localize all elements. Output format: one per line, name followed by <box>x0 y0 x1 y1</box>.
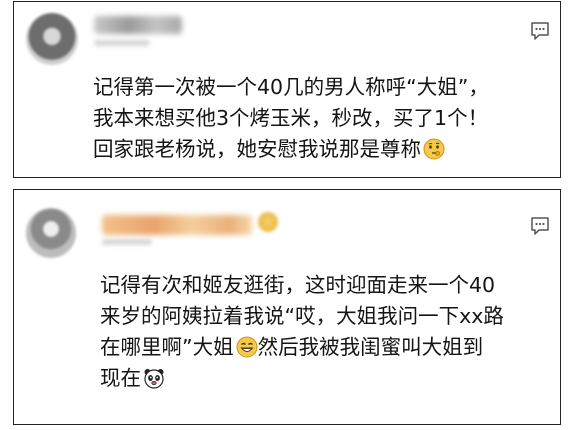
comment-line: 我本来想买他3个烤玉米，秒改，买了1个！ <box>93 106 489 130</box>
comment-card: 记得有次和姬友逛街，这时迎面走来一个40 来岁的阿姨拉着我说“哎，大姐我问一下x… <box>13 189 561 425</box>
comment-text: 记得第一次被一个40几的男人称呼“大姐”， 我本来想买他3个烤玉米，秒改，买了1… <box>93 72 489 165</box>
comment-line: 记得有次和姬友逛街，这时迎面走来一个40 <box>100 273 496 297</box>
comment-text: 记得有次和姬友逛街，这时迎面走来一个40 来岁的阿姨拉着我说“哎，大姐我问一下x… <box>100 270 504 394</box>
user-meta-blurred <box>102 239 152 245</box>
comment-list: 记得第一次被一个40几的男人称呼“大姐”， 我本来想买他3个烤玉米，秒改，买了1… <box>0 0 574 430</box>
comment-line: 在哪里啊”大姐 然后我被我闺蜜叫大姐到 <box>100 335 484 359</box>
comment-line: 记得第一次被一个40几的男人称呼“大姐”， <box>93 75 489 99</box>
thinking-emoji-icon <box>423 138 445 160</box>
panda-emoji-icon <box>144 369 164 389</box>
comment-card: 记得第一次被一个40几的男人称呼“大姐”， 我本来想买他3个烤玉米，秒改，买了1… <box>13 1 561 178</box>
comment-line: 回家跟老杨说，她安慰我说那是尊称 <box>93 134 489 165</box>
user-badge-icon <box>258 212 278 232</box>
comment-line: 现在 <box>100 363 504 394</box>
grin-emoji-icon <box>236 336 258 358</box>
user-meta-blurred <box>94 40 150 46</box>
avatar[interactable] <box>26 13 78 65</box>
username-blurred[interactable] <box>102 215 252 235</box>
username-blurred[interactable] <box>94 16 182 34</box>
comment-icon[interactable] <box>530 21 550 41</box>
comment-line: 来岁的阿姨拉着我说“哎，大姐我问一下xx路 <box>100 304 504 328</box>
comment-icon[interactable] <box>530 216 550 236</box>
avatar[interactable] <box>26 208 76 258</box>
